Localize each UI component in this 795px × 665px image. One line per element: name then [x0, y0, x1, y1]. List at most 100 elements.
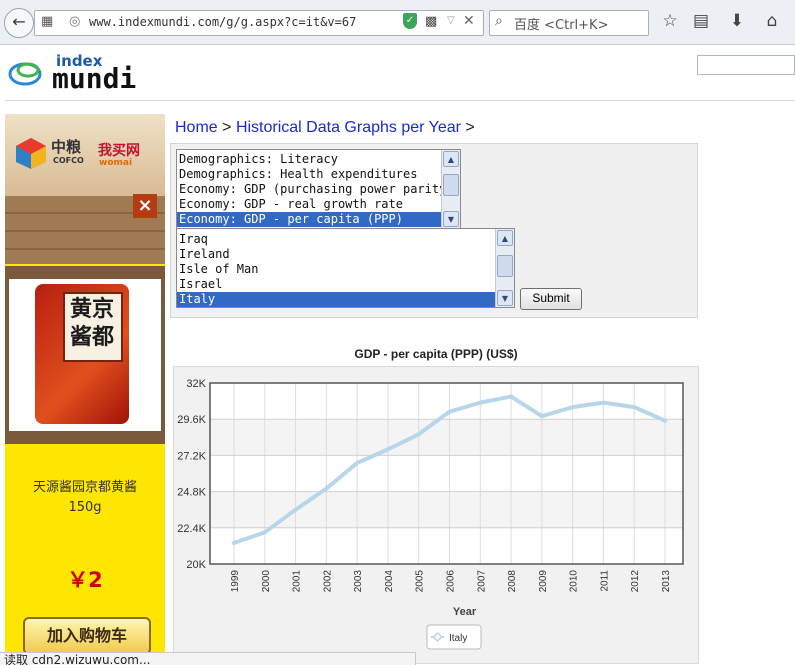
header-divider [5, 100, 795, 101]
reading-list-icon[interactable]: ▤ [690, 11, 712, 31]
site-logo[interactable]: index mundi [8, 52, 168, 95]
data-point [262, 530, 267, 535]
scroll-up-icon[interactable]: ▲ [443, 151, 459, 167]
ad-product-price: ￥2 [67, 568, 103, 592]
shield-icon[interactable]: ✓ [403, 13, 417, 29]
x-tick-label: 2004 [384, 570, 395, 593]
y-tick-label: 22.4K [177, 523, 206, 535]
x-tick-label: 2003 [353, 570, 364, 593]
data-point [416, 432, 421, 437]
data-point [601, 400, 606, 405]
x-tick-label: 2013 [661, 570, 672, 593]
country-option[interactable]: Israel [177, 277, 496, 292]
advertisement[interactable]: 中粮 COFCO 我买网 womai × 黄京酱都 天源酱园京都黄酱 150g … [5, 114, 165, 664]
x-tick-label: 2005 [415, 570, 426, 593]
data-point [385, 447, 390, 452]
data-point [478, 400, 483, 405]
dropdown-arrow-icon[interactable]: ▽ [447, 15, 455, 26]
submit-button[interactable]: Submit [520, 288, 582, 310]
y-tick-label: 24.8K [177, 487, 206, 499]
variable-option-selected[interactable]: Economy: GDP - per capita (PPP) [177, 212, 442, 227]
breadcrumb-separator: > [222, 119, 232, 136]
x-tick-label: 2007 [476, 570, 487, 593]
data-point [232, 540, 236, 545]
data-point [632, 405, 637, 410]
variable-option[interactable]: Economy: GDP (purchasing power parity) [177, 182, 454, 197]
y-tick-label: 32K [186, 378, 206, 390]
data-point [355, 460, 360, 465]
x-tick-label: 2002 [322, 570, 333, 593]
data-point [570, 405, 575, 410]
x-tick-label: 2012 [630, 570, 641, 593]
search-placeholder: 百度 <Ctrl+K> [514, 18, 609, 33]
y-tick-label: 27.2K [177, 450, 206, 462]
y-tick-label: 29.6K [177, 414, 206, 426]
close-icon[interactable]: ✕ [463, 13, 475, 29]
variable-scrollbar[interactable]: ▲ ▼ [441, 150, 460, 228]
scroll-thumb[interactable] [497, 255, 513, 277]
ad-product-weight: 150g [68, 500, 102, 515]
variable-listbox[interactable]: Demographics: Literacy Demographics: Hea… [176, 149, 461, 229]
breadcrumb-separator: > [465, 119, 475, 136]
gdp-line-chart: 20K 22.4K 24.8K 27.2K 29.6K 32K 1999 2000 2001 20… [177, 378, 684, 650]
variable-option[interactable]: Demographics: Health expenditures [177, 167, 442, 182]
x-tick-label: 1999 [230, 570, 241, 593]
ad-close-button[interactable]: × [133, 194, 157, 218]
country-option[interactable]: Iraq [177, 232, 496, 247]
qr-code-icon[interactable]: ▩ [425, 14, 437, 29]
status-text: 读取 cdn2.wizuwu.com... [4, 653, 151, 665]
ad-package-text: 黄京酱都 [69, 297, 114, 350]
search-icon: ⌕ [495, 13, 503, 29]
search-input[interactable]: ⌕ 百度 <Ctrl+K> [489, 10, 649, 36]
x-tick-label: 2009 [538, 570, 549, 593]
ad-brand-en: COFCO [53, 156, 84, 165]
data-point [663, 418, 667, 423]
address-bar[interactable]: ▦ ◎ www.indexmundi.com/g/g.aspx?c=it&v=6… [34, 10, 484, 36]
x-tick-label: 2006 [446, 570, 457, 593]
x-tick-label: 2008 [507, 570, 518, 593]
variable-option[interactable]: Demographics: Literacy [177, 152, 442, 167]
site-search-input[interactable] [697, 55, 795, 75]
globe-logo-icon [8, 62, 42, 86]
breadcrumb: Home > Historical Data Graphs per Year > [175, 119, 475, 137]
country-option[interactable]: Ireland [177, 247, 496, 262]
browser-toolbar: ← ▦ ◎ www.indexmundi.com/g/g.aspx?c=it&v… [0, 0, 795, 45]
bookmark-star-icon[interactable]: ☆ [659, 11, 681, 31]
ad-product-name[interactable]: 天源酱园京都黄酱 [5, 476, 165, 495]
home-icon[interactable]: ⌂ [761, 11, 783, 31]
plot-area [210, 383, 683, 564]
x-tick-label: 2011 [599, 570, 610, 592]
y-tick-label: 20K [186, 559, 206, 571]
chart-title: GDP - per capita (PPP) (US$) [354, 347, 518, 361]
data-point [293, 507, 298, 512]
breadcrumb-section-link[interactable]: Historical Data Graphs per Year [236, 119, 461, 136]
scroll-down-icon[interactable]: ▼ [497, 290, 513, 306]
add-to-cart-button[interactable]: 加入购物车 [23, 617, 151, 655]
scroll-up-icon[interactable]: ▲ [497, 230, 513, 246]
plot-band [210, 419, 683, 456]
legend-label: Italy [449, 633, 467, 644]
back-arrow-icon[interactable]: ← [4, 8, 34, 38]
logo-mundi-text: mundi [52, 62, 137, 95]
scroll-down-icon[interactable]: ▼ [443, 211, 459, 227]
ad-shop-cn: 我买网 [98, 143, 140, 159]
breadcrumb-home-link[interactable]: Home [175, 119, 218, 136]
country-scrollbar[interactable]: ▲ ▼ [495, 229, 514, 307]
status-bar: 读取 cdn2.wizuwu.com... [0, 652, 416, 665]
country-option-selected[interactable]: Italy [177, 292, 496, 307]
grid-icon[interactable]: ▦ [41, 14, 53, 29]
x-tick-label: 2000 [261, 570, 272, 593]
cofco-logo-icon [16, 138, 46, 169]
country-listbox[interactable]: Iraq Ireland Isle of Man Israel Italy ▲ … [176, 228, 515, 308]
data-point [539, 414, 544, 419]
country-option[interactable]: Isle of Man [177, 262, 496, 277]
globe-icon: ◎ [69, 14, 81, 29]
url-text[interactable]: www.indexmundi.com/g/g.aspx?c=it&v=67 [89, 15, 356, 29]
variable-option[interactable]: Economy: GDP - real growth rate [177, 197, 442, 212]
x-tick-label: 2001 [292, 570, 303, 593]
scroll-thumb[interactable] [443, 174, 459, 196]
download-arrow-icon[interactable]: ⬇ [726, 11, 748, 31]
data-point [509, 394, 514, 399]
data-point [447, 409, 452, 414]
ad-brand-cn: 中粮 [51, 138, 82, 156]
